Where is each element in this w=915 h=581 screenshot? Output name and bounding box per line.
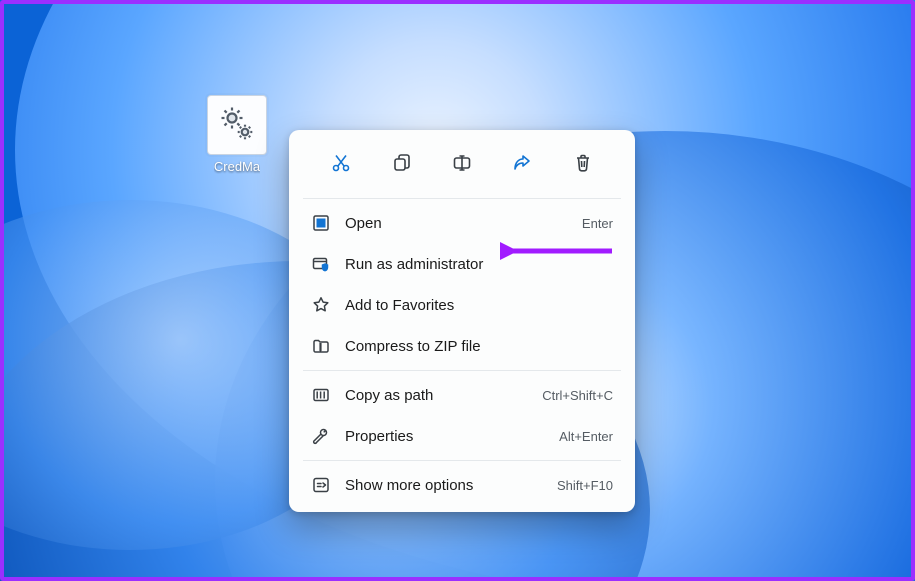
properties-icon	[311, 426, 331, 446]
desktop-icon-credma[interactable]: CredMa	[196, 95, 278, 174]
menu-item-compress-zip[interactable]: Compress to ZIP file	[297, 326, 627, 366]
menu-shortcut: Shift+F10	[557, 478, 613, 493]
zip-folder-icon	[311, 336, 331, 356]
star-icon	[311, 295, 331, 315]
menu-label: Add to Favorites	[345, 297, 599, 314]
copy-icon	[392, 153, 412, 173]
menu-item-run-as-admin[interactable]: Run as administrator	[297, 244, 627, 284]
menu-divider	[303, 370, 621, 371]
menu-shortcut: Enter	[582, 216, 613, 231]
context-menu: Open Enter Run as administrator Add to F…	[289, 130, 635, 512]
menu-item-show-more[interactable]: Show more options Shift+F10	[297, 465, 627, 505]
shield-admin-icon	[311, 254, 331, 274]
copy-button[interactable]	[385, 146, 419, 180]
menu-label: Show more options	[345, 477, 543, 494]
open-icon	[311, 213, 331, 233]
desktop-icon-label: CredMa	[214, 159, 260, 174]
rename-button[interactable]	[445, 146, 479, 180]
menu-shortcut: Alt+Enter	[559, 429, 613, 444]
copy-path-icon	[311, 385, 331, 405]
menu-divider	[303, 198, 621, 199]
menu-shortcut: Ctrl+Shift+C	[542, 388, 613, 403]
trash-icon	[573, 153, 593, 173]
cut-button[interactable]	[324, 146, 358, 180]
scissors-icon	[331, 153, 351, 173]
menu-label: Copy as path	[345, 387, 528, 404]
desktop-icon-image	[207, 95, 267, 155]
menu-item-favorites[interactable]: Add to Favorites	[297, 285, 627, 325]
rename-icon	[452, 153, 472, 173]
menu-label: Open	[345, 215, 568, 232]
menu-label: Properties	[345, 428, 545, 445]
share-button[interactable]	[505, 146, 539, 180]
menu-label: Run as administrator	[345, 256, 599, 273]
menu-label: Compress to ZIP file	[345, 338, 599, 355]
menu-item-open[interactable]: Open Enter	[297, 203, 627, 243]
delete-button[interactable]	[566, 146, 600, 180]
menu-item-copy-path[interactable]: Copy as path Ctrl+Shift+C	[297, 375, 627, 415]
share-icon	[512, 153, 532, 173]
more-options-icon	[311, 475, 331, 495]
quick-actions-row	[293, 136, 631, 194]
menu-item-properties[interactable]: Properties Alt+Enter	[297, 416, 627, 456]
menu-divider	[303, 460, 621, 461]
